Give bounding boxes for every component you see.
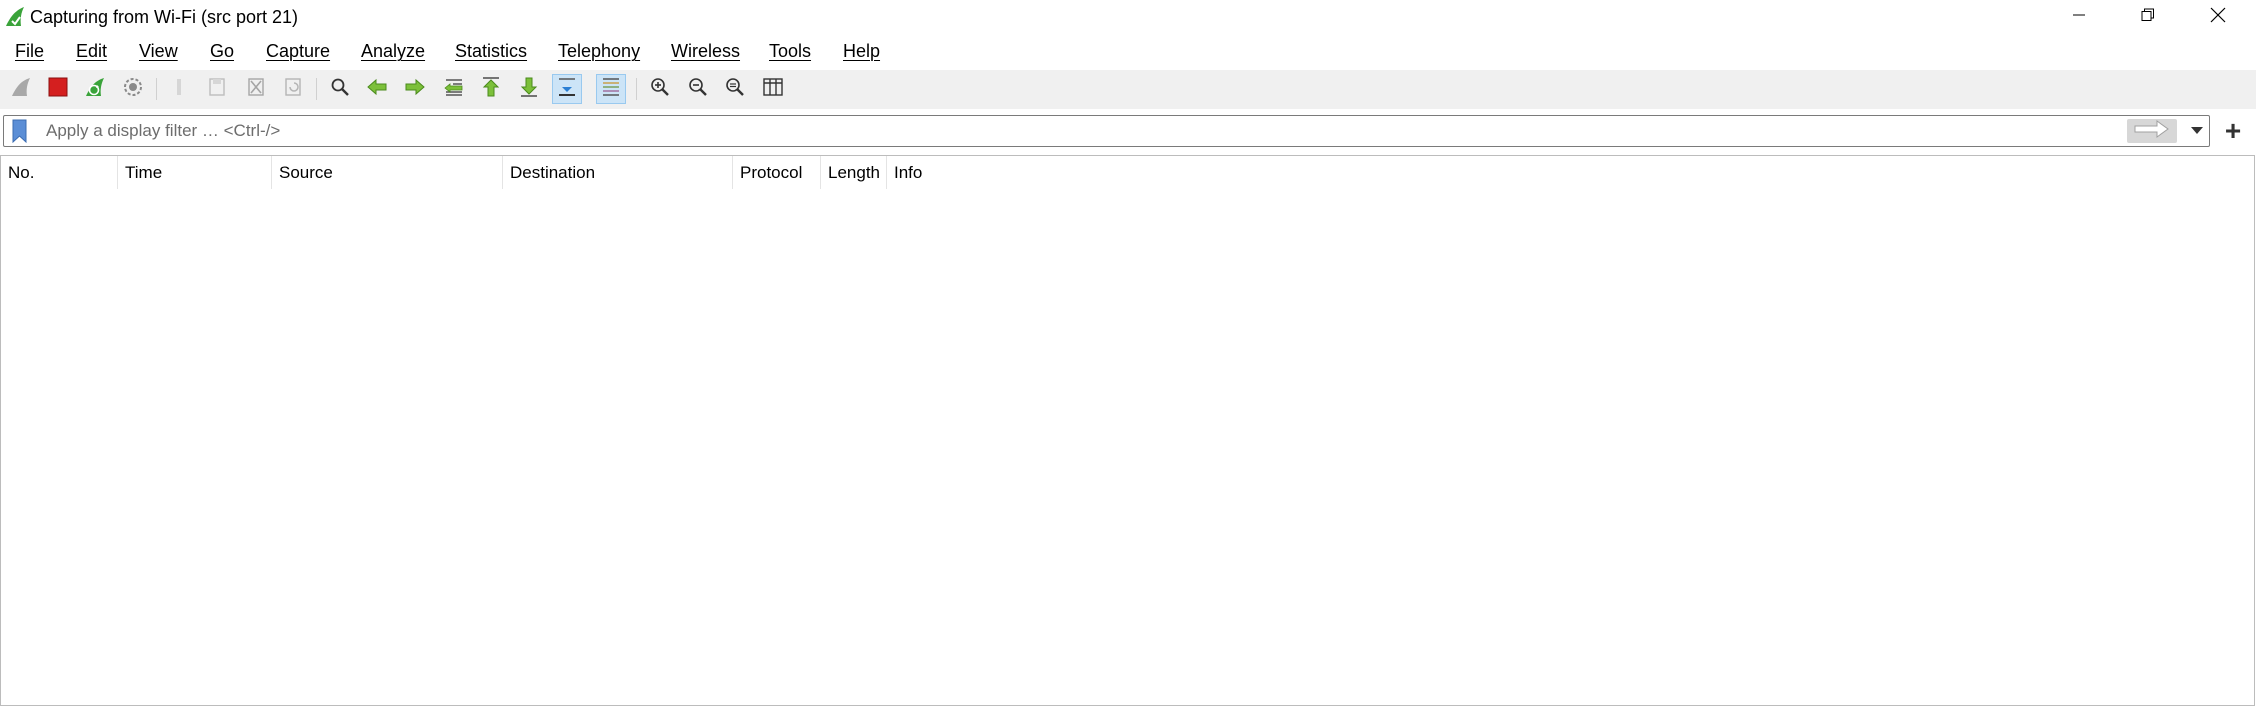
close-icon (2210, 7, 2226, 28)
menu-analyze[interactable]: Analyze (361, 40, 425, 62)
zoom-in-icon (649, 76, 671, 103)
auto-scroll-button[interactable] (552, 74, 582, 104)
restart-capture-icon (84, 76, 106, 103)
restart-capture-button[interactable] (80, 74, 110, 104)
column-header-protocol[interactable]: Protocol (733, 156, 821, 189)
resize-columns-button[interactable] (758, 74, 788, 104)
save-file-icon (206, 76, 228, 103)
display-filter-bar (3, 115, 2210, 147)
find-packet-button[interactable] (325, 74, 355, 104)
go-to-packet-button[interactable] (439, 74, 469, 104)
resize-columns-icon (762, 76, 784, 103)
zoom-out-icon (687, 76, 709, 103)
menu-tools[interactable]: Tools (769, 40, 811, 62)
menu-edit[interactable]: Edit (76, 40, 107, 62)
minimize-icon (2072, 8, 2086, 27)
column-header-info[interactable]: Info (887, 156, 2254, 189)
packet-list-pane[interactable]: No. Time Source Destination Protocol Len… (0, 155, 2255, 706)
normal-size-button[interactable] (720, 74, 750, 104)
column-header-no[interactable]: No. (1, 156, 118, 189)
plus-icon: + (2224, 115, 2242, 146)
reload-file-button[interactable] (278, 74, 308, 104)
toolbar-separator (636, 78, 637, 100)
zoom-in-button[interactable] (645, 74, 675, 104)
packet-list-header: No. Time Source Destination Protocol Len… (1, 156, 2254, 189)
filter-history-dropdown[interactable] (2188, 121, 2206, 141)
save-file-button[interactable] (202, 74, 232, 104)
window-title: Capturing from Wi-Fi (src port 21) (30, 7, 299, 27)
find-packet-icon (329, 76, 351, 103)
start-capture-button[interactable] (6, 74, 36, 104)
capture-options-icon (122, 76, 144, 103)
menu-statistics[interactable]: Statistics (455, 40, 527, 62)
zoom-out-button[interactable] (683, 74, 713, 104)
close-file-icon (245, 76, 267, 103)
go-first-packet-icon (480, 76, 502, 103)
menu-help[interactable]: Help (843, 40, 880, 62)
close-window-button[interactable] (2183, 0, 2253, 34)
go-to-packet-icon (443, 76, 465, 103)
column-header-source[interactable]: Source (272, 156, 503, 189)
auto-scroll-icon (556, 76, 578, 103)
add-filter-button[interactable]: + (2220, 115, 2246, 146)
column-header-time[interactable]: Time (118, 156, 272, 189)
stop-capture-button[interactable] (43, 74, 73, 104)
go-back-icon (366, 76, 388, 103)
apply-filter-arrow-icon (2132, 119, 2172, 143)
menu-wireless[interactable]: Wireless (671, 40, 740, 62)
start-capture-icon (10, 76, 32, 103)
capture-options-button[interactable] (118, 74, 148, 104)
menu-telephony[interactable]: Telephony (558, 40, 640, 62)
display-filter-input[interactable] (42, 118, 2130, 144)
restore-icon (2141, 8, 2155, 27)
bookmark-icon (8, 119, 34, 147)
minimize-button[interactable] (2044, 0, 2114, 34)
menu-view[interactable]: View (139, 40, 178, 62)
go-forward-button[interactable] (400, 74, 430, 104)
colorize-icon (600, 76, 622, 103)
open-file-button[interactable] (164, 74, 194, 104)
toolbar-separator (156, 78, 157, 100)
go-forward-icon (404, 76, 426, 103)
go-back-button[interactable] (362, 74, 392, 104)
open-file-icon (168, 76, 190, 103)
normal-size-icon (724, 76, 746, 103)
stop-capture-icon (47, 76, 69, 103)
menu-bar: File Edit View Go Capture Analyze Statis… (0, 34, 2256, 68)
colorize-button[interactable] (596, 74, 626, 104)
column-header-length[interactable]: Length (821, 156, 887, 189)
wireshark-shark-fin-icon (4, 6, 26, 28)
menu-file[interactable]: File (15, 40, 44, 62)
go-first-packet-button[interactable] (476, 74, 506, 104)
go-last-packet-icon (518, 76, 540, 103)
close-file-button[interactable] (241, 74, 271, 104)
toolbar-separator (316, 78, 317, 100)
restore-button[interactable] (2113, 0, 2183, 34)
column-header-destination[interactable]: Destination (503, 156, 733, 189)
reload-file-icon (282, 76, 304, 103)
apply-filter-button[interactable] (2127, 119, 2177, 143)
menu-go[interactable]: Go (210, 40, 234, 62)
title-bar: Capturing from Wi-Fi (src port 21) (0, 0, 2256, 34)
main-toolbar (0, 70, 2256, 109)
go-last-packet-button[interactable] (514, 74, 544, 104)
menu-capture[interactable]: Capture (266, 40, 330, 62)
chevron-down-icon (2190, 122, 2204, 140)
filter-bookmark-button[interactable] (8, 119, 34, 144)
